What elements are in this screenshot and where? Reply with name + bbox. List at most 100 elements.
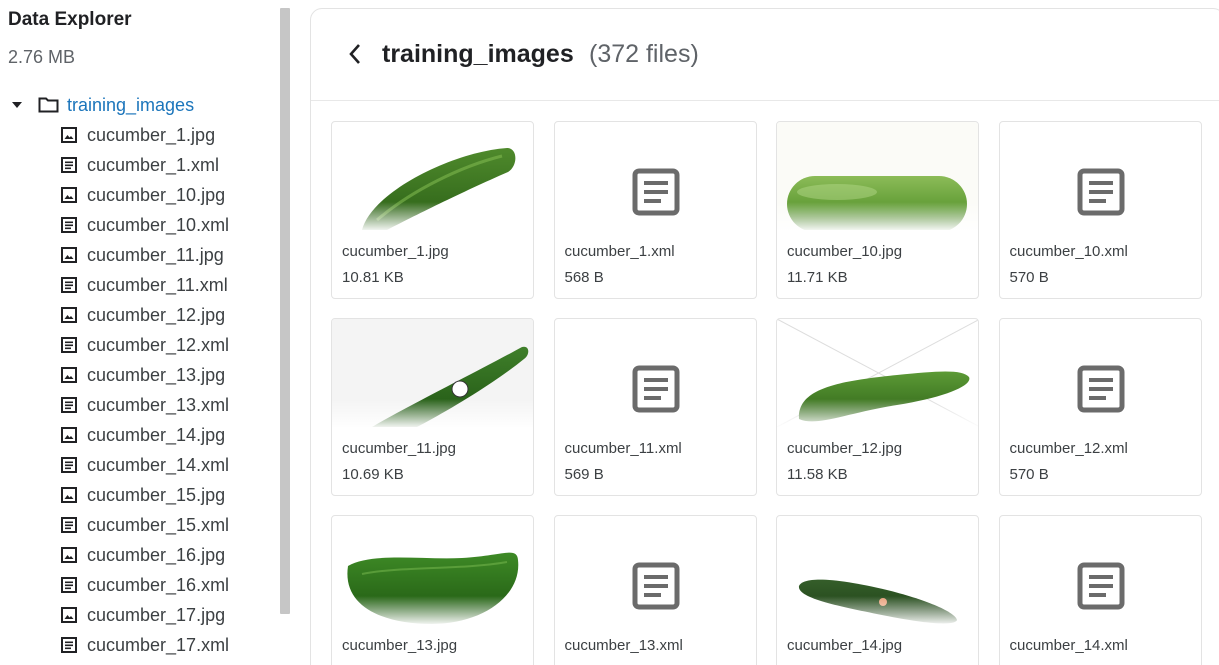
tree-item[interactable]: cucumber_1.xml bbox=[0, 150, 278, 180]
sidebar-scrollbar[interactable] bbox=[280, 8, 290, 614]
sidebar-title: Data Explorer bbox=[8, 9, 132, 30]
image-icon bbox=[60, 426, 78, 444]
tree-item-label: cucumber_12.jpg bbox=[87, 304, 226, 325]
tree-item-label: cucumber_16.xml bbox=[87, 574, 230, 595]
tree-root-training-images[interactable]: training_images bbox=[0, 90, 278, 120]
xml-file-card[interactable]: cucumber_13.xml bbox=[553, 515, 757, 665]
tree-item-label: cucumber_11.jpg bbox=[87, 244, 224, 265]
tree-item[interactable]: cucumber_10.jpg bbox=[0, 180, 278, 210]
file-size: 10.81 KB bbox=[342, 269, 404, 286]
thumbnail-fade bbox=[777, 202, 978, 232]
image-icon bbox=[60, 366, 78, 384]
xml-file-card[interactable]: cucumber_11.xml 569 B bbox=[553, 318, 757, 496]
xml-file-card[interactable]: cucumber_14.xml bbox=[998, 515, 1202, 665]
file-name: cucumber_14.xml bbox=[1009, 637, 1128, 654]
document-icon bbox=[60, 516, 78, 534]
document-icon bbox=[60, 216, 78, 234]
document-icon bbox=[60, 636, 78, 654]
folder-icon bbox=[38, 96, 60, 114]
xml-file-card[interactable]: cucumber_1.xml 568 B bbox=[553, 121, 757, 299]
file-size: 568 B bbox=[564, 269, 604, 286]
file-size: 570 B bbox=[1009, 466, 1049, 483]
file-size: 569 B bbox=[564, 466, 604, 483]
document-icon bbox=[1077, 365, 1125, 413]
tree-item[interactable]: cucumber_15.jpg bbox=[0, 480, 278, 510]
file-size: 570 B bbox=[1009, 269, 1049, 286]
image-file-card[interactable]: cucumber_14.jpg bbox=[776, 515, 979, 665]
tree-item[interactable]: cucumber_12.jpg bbox=[0, 300, 278, 330]
tree-item[interactable]: cucumber_14.xml bbox=[0, 450, 278, 480]
tree-item-label: cucumber_17.jpg bbox=[87, 604, 226, 625]
image-file-card[interactable]: cucumber_11.jpg 10.69 KB bbox=[331, 318, 534, 496]
tree-item-label: cucumber_16.jpg bbox=[87, 544, 226, 565]
tree-item[interactable]: cucumber_16.xml bbox=[0, 570, 278, 600]
tree-item-label: cucumber_10.xml bbox=[87, 214, 230, 235]
tree-item[interactable]: cucumber_12.xml bbox=[0, 330, 278, 360]
file-size: 11.71 KB bbox=[787, 269, 848, 286]
image-icon bbox=[60, 246, 78, 264]
tree-item-label: cucumber_15.xml bbox=[87, 514, 230, 535]
document-icon bbox=[1077, 168, 1125, 216]
image-file-card[interactable]: cucumber_10.jpg 11.71 KB bbox=[776, 121, 979, 299]
file-name: cucumber_13.xml bbox=[564, 637, 683, 654]
tree-item[interactable]: cucumber_15.xml bbox=[0, 510, 278, 540]
tree-item[interactable]: cucumber_17.xml bbox=[0, 630, 278, 660]
file-name: cucumber_12.jpg bbox=[787, 440, 903, 457]
document-icon bbox=[632, 168, 680, 216]
thumbnail-fade bbox=[777, 596, 978, 626]
file-name: cucumber_14.jpg bbox=[787, 637, 903, 654]
panel-header: training_images (372 files) bbox=[311, 9, 1219, 101]
document-icon bbox=[60, 336, 78, 354]
document-icon bbox=[632, 365, 680, 413]
image-icon bbox=[60, 546, 78, 564]
tree-item-label: cucumber_10.jpg bbox=[87, 184, 226, 205]
file-tree: training_images cucumber_1.jpg cucumber_1… bbox=[0, 90, 278, 660]
document-icon bbox=[60, 456, 78, 474]
image-icon bbox=[60, 606, 78, 624]
file-name: cucumber_1.jpg bbox=[342, 243, 449, 260]
tree-item[interactable]: cucumber_10.xml bbox=[0, 210, 278, 240]
tree-item-label: cucumber_14.xml bbox=[87, 454, 230, 475]
file-count: (372 files) bbox=[589, 40, 699, 68]
document-icon bbox=[60, 276, 78, 294]
tree-item[interactable]: cucumber_17.jpg bbox=[0, 600, 278, 630]
xml-file-card[interactable]: cucumber_12.xml 570 B bbox=[998, 318, 1202, 496]
xml-file-card[interactable]: cucumber_10.xml 570 B bbox=[998, 121, 1202, 299]
chevron-left-icon bbox=[349, 44, 360, 64]
file-name: cucumber_13.jpg bbox=[342, 637, 458, 654]
tree-item[interactable]: cucumber_1.jpg bbox=[0, 120, 278, 150]
image-icon bbox=[60, 306, 78, 324]
tree-item-label: cucumber_1.jpg bbox=[87, 124, 216, 145]
file-name: cucumber_10.jpg bbox=[787, 243, 903, 260]
document-icon bbox=[60, 396, 78, 414]
thumbnail-fade bbox=[777, 399, 978, 429]
image-icon bbox=[60, 126, 78, 144]
document-icon bbox=[632, 562, 680, 610]
image-icon bbox=[60, 486, 78, 504]
tree-item[interactable]: cucumber_11.jpg bbox=[0, 240, 278, 270]
thumbnail-fade bbox=[332, 202, 533, 232]
image-file-card[interactable]: cucumber_12.jpg 11.58 KB bbox=[776, 318, 979, 496]
tree-item-label: cucumber_1.xml bbox=[87, 154, 220, 175]
file-name: cucumber_11.xml bbox=[564, 440, 682, 457]
caret-down-icon[interactable] bbox=[12, 100, 22, 110]
tree-item-label: cucumber_11.xml bbox=[87, 274, 228, 295]
file-name: cucumber_12.xml bbox=[1009, 440, 1128, 457]
image-file-card[interactable]: cucumber_13.jpg bbox=[331, 515, 534, 665]
tree-item[interactable]: cucumber_13.xml bbox=[0, 390, 278, 420]
tree-item[interactable]: cucumber_14.jpg bbox=[0, 420, 278, 450]
back-button[interactable] bbox=[345, 40, 365, 68]
folder-title: training_images bbox=[382, 40, 574, 68]
document-icon bbox=[1077, 562, 1125, 610]
dataset-size: 2.76 MB bbox=[8, 47, 76, 67]
tree-item[interactable]: cucumber_11.xml bbox=[0, 270, 278, 300]
tree-item[interactable]: cucumber_13.jpg bbox=[0, 360, 278, 390]
file-size: 10.69 KB bbox=[342, 466, 404, 483]
tree-item[interactable]: cucumber_16.jpg bbox=[0, 540, 278, 570]
file-name: cucumber_1.xml bbox=[564, 243, 675, 260]
tree-item-label: cucumber_12.xml bbox=[87, 334, 230, 355]
tree-root-label[interactable]: training_images bbox=[67, 95, 194, 116]
tree-item-label: cucumber_14.jpg bbox=[87, 424, 226, 445]
image-file-card[interactable]: cucumber_1.jpg 10.81 KB bbox=[331, 121, 534, 299]
tree-item-label: cucumber_13.xml bbox=[87, 394, 230, 415]
